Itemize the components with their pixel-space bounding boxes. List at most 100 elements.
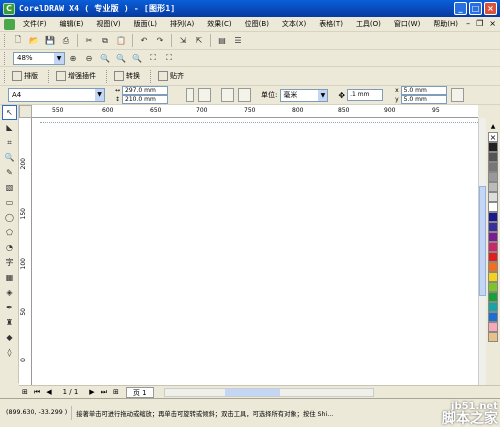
shape-tool-icon[interactable]: ◣ (2, 120, 17, 135)
zoom-all-icon[interactable]: 🔍 (115, 52, 127, 64)
pick-tool-icon[interactable]: ↖ (2, 105, 17, 120)
menu-tools[interactable]: 工具(O) (356, 19, 381, 29)
portrait-button[interactable] (186, 88, 195, 102)
cut-icon[interactable]: ✂ (83, 35, 95, 47)
undo-icon[interactable]: ↶ (138, 35, 150, 47)
toolbar-grip[interactable] (150, 69, 153, 83)
maximize-button[interactable]: □ (469, 2, 482, 15)
zoom-out-icon[interactable]: ⊖ (83, 52, 95, 64)
zoom-selected-icon[interactable]: 🔍 (99, 52, 111, 64)
color-swatch[interactable] (488, 332, 498, 342)
freehand-tool-icon[interactable]: ✎ (2, 165, 17, 180)
color-swatch[interactable] (488, 162, 498, 172)
layout-button[interactable]: 排版 (10, 71, 38, 81)
color-swatch[interactable] (488, 282, 498, 292)
zoom-level-select[interactable]: 48% ▼ (13, 51, 65, 65)
next-page-icon[interactable]: ▶ (89, 388, 94, 396)
color-swatch[interactable] (488, 222, 498, 232)
menu-text[interactable]: 文本(X) (282, 19, 306, 29)
rectangle-tool-icon[interactable]: ▭ (2, 195, 17, 210)
vertical-scrollbar[interactable] (478, 118, 486, 385)
doc-minimize-icon[interactable]: – (466, 19, 470, 28)
toolbar-grip[interactable] (106, 69, 109, 83)
zoom-width-icon[interactable]: ⛶ (147, 52, 159, 64)
eyedropper-tool-icon[interactable]: ✒ (2, 300, 17, 315)
options-icon[interactable]: ☰ (232, 35, 244, 47)
new-icon[interactable]: 🗋 (12, 35, 24, 47)
color-swatch[interactable] (488, 142, 498, 152)
current-page-button[interactable] (238, 88, 252, 102)
paste-icon[interactable]: 📋 (115, 35, 127, 47)
duplicate-y-field[interactable]: 5.0 mm (400, 95, 447, 104)
options-button[interactable] (450, 88, 464, 102)
menu-file[interactable]: 文件(F) (23, 19, 47, 29)
polygon-tool-icon[interactable]: ⬠ (2, 225, 17, 240)
menu-window[interactable]: 窗口(W) (394, 19, 420, 29)
menu-bitmaps[interactable]: 位图(B) (245, 19, 269, 29)
page-tab[interactable]: 页 1 (125, 386, 154, 398)
interactive-tool-icon[interactable]: ◈ (2, 285, 17, 300)
toolbar-grip[interactable] (4, 51, 7, 65)
toolbar-grip[interactable] (4, 69, 7, 83)
page-size-select[interactable]: A4 ▼ (8, 88, 105, 102)
chevron-down-icon[interactable]: ▼ (318, 89, 328, 101)
toolbar-grip[interactable] (48, 69, 51, 83)
color-swatch[interactable] (488, 212, 498, 222)
color-swatch[interactable] (488, 272, 498, 282)
color-swatch[interactable] (488, 242, 498, 252)
menu-view[interactable]: 视图(V) (96, 19, 120, 29)
menu-table[interactable]: 表格(T) (319, 19, 343, 29)
import-icon[interactable]: ⇲ (177, 35, 189, 47)
doc-close-icon[interactable]: × (489, 19, 496, 28)
color-swatch[interactable] (488, 302, 498, 312)
last-page-icon[interactable]: ⏭ (101, 388, 107, 397)
menu-arrange[interactable]: 排列(A) (170, 19, 194, 29)
page-add-before-icon[interactable]: ⊞ (22, 388, 28, 396)
duplicate-x-field[interactable]: 5.0 mm (400, 86, 447, 95)
zoom-height-icon[interactable]: ⛶ (163, 52, 175, 64)
export-icon[interactable]: ⇱ (193, 35, 205, 47)
toolbar-grip[interactable] (4, 34, 7, 47)
table-tool-icon[interactable]: ▦ (2, 270, 17, 285)
horizontal-scrollbar[interactable] (163, 387, 374, 397)
color-swatch[interactable] (488, 312, 498, 322)
zoom-page-icon[interactable]: 🔍 (131, 52, 143, 64)
color-swatch[interactable] (488, 182, 498, 192)
copy-icon[interactable]: ⧉ (99, 35, 111, 47)
menu-effects[interactable]: 效果(C) (207, 19, 231, 29)
chevron-down-icon[interactable]: ▼ (54, 52, 64, 64)
chevron-down-icon[interactable]: ▼ (95, 89, 104, 101)
color-swatch[interactable] (488, 292, 498, 302)
fill-tool-icon[interactable]: ◆ (2, 330, 17, 345)
horizontal-ruler[interactable]: 550 600 650 700 750 800 850 900 95 (32, 105, 478, 118)
text-tool-icon[interactable]: 字 (2, 255, 17, 270)
basic-shapes-tool-icon[interactable]: ◔ (2, 240, 17, 255)
color-swatch[interactable] (488, 322, 498, 332)
page-add-after-icon[interactable]: ⊞ (113, 388, 119, 396)
menu-edit[interactable]: 编辑(E) (60, 19, 84, 29)
ruler-origin[interactable] (19, 105, 32, 118)
zoom-tool-icon[interactable]: 🔍 (2, 150, 17, 165)
menu-layout[interactable]: 版面(L) (134, 19, 157, 29)
page-width-field[interactable]: 297.0 mm (122, 86, 169, 95)
color-swatch[interactable] (488, 172, 498, 182)
convert-button[interactable]: 转换 (112, 71, 140, 81)
landscape-button[interactable] (198, 88, 212, 102)
horizontal-scroll-thumb[interactable] (224, 388, 280, 396)
prev-page-icon[interactable]: ◀ (46, 388, 51, 396)
all-pages-button[interactable] (221, 88, 235, 102)
minimize-button[interactable]: _ (454, 2, 467, 15)
color-swatch[interactable] (488, 262, 498, 272)
first-page-icon[interactable]: ⏮ (34, 388, 40, 397)
page-height-field[interactable]: 210.0 mm (122, 95, 169, 104)
color-swatch[interactable] (488, 202, 498, 212)
smart-fill-tool-icon[interactable]: ▧ (2, 180, 17, 195)
drawing-canvas[interactable] (32, 118, 484, 385)
snap-button[interactable]: 贴齐 (156, 71, 184, 81)
open-icon[interactable]: 📂 (28, 35, 40, 47)
outline-tool-icon[interactable]: ♜ (2, 315, 17, 330)
vertical-scroll-thumb[interactable] (479, 186, 486, 296)
vertical-ruler[interactable]: 200 150 100 50 0 (19, 118, 32, 385)
redo-icon[interactable]: ↷ (154, 35, 166, 47)
ellipse-tool-icon[interactable]: ◯ (2, 210, 17, 225)
